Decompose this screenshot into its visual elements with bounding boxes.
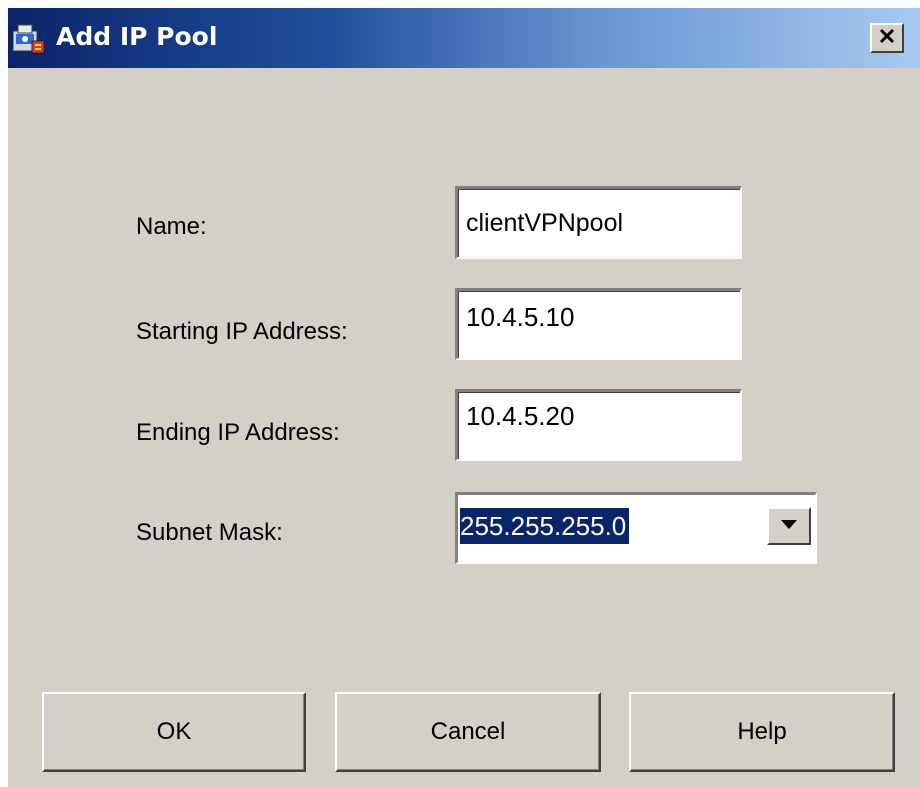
help-button[interactable]: Help	[629, 692, 895, 772]
ok-button[interactable]: OK	[42, 692, 306, 772]
name-value: clientVPNpool	[466, 209, 624, 237]
subnet-mask-value[interactable]: 255.255.255.0	[460, 508, 630, 544]
name-label: Name:	[136, 213, 207, 240]
cancel-button-label: Cancel	[430, 718, 506, 745]
subnet-mask-dropdown-button[interactable]	[767, 507, 811, 545]
subnet-mask-label: Subnet Mask:	[136, 519, 283, 546]
start-ip-label: Starting IP Address:	[136, 318, 348, 345]
close-x-icon	[878, 27, 896, 50]
start-ip-value: 10.4.5.10	[466, 302, 575, 332]
end-ip-value: 10.4.5.20	[466, 401, 575, 431]
window-title: Add IP Pool	[56, 22, 218, 51]
end-ip-field[interactable]: 10.4.5.20	[455, 389, 742, 461]
start-ip-field[interactable]: 10.4.5.10	[455, 288, 742, 360]
end-ip-label: Ending IP Address:	[136, 419, 340, 446]
asdm-app-icon	[12, 23, 46, 55]
title-bar[interactable]: Add IP Pool	[8, 8, 920, 68]
subnet-mask-combo[interactable]: 255.255.255.0	[455, 492, 817, 564]
close-button[interactable]	[870, 23, 904, 53]
help-button-label: Help	[737, 718, 787, 745]
chevron-down-icon	[780, 517, 798, 535]
name-field[interactable]: clientVPNpool	[455, 186, 742, 259]
add-ip-pool-dialog: Add IP Pool Name: clientVPNpool Starting…	[8, 8, 920, 787]
cancel-button[interactable]: Cancel	[335, 692, 601, 772]
ok-button-label: OK	[156, 718, 192, 745]
